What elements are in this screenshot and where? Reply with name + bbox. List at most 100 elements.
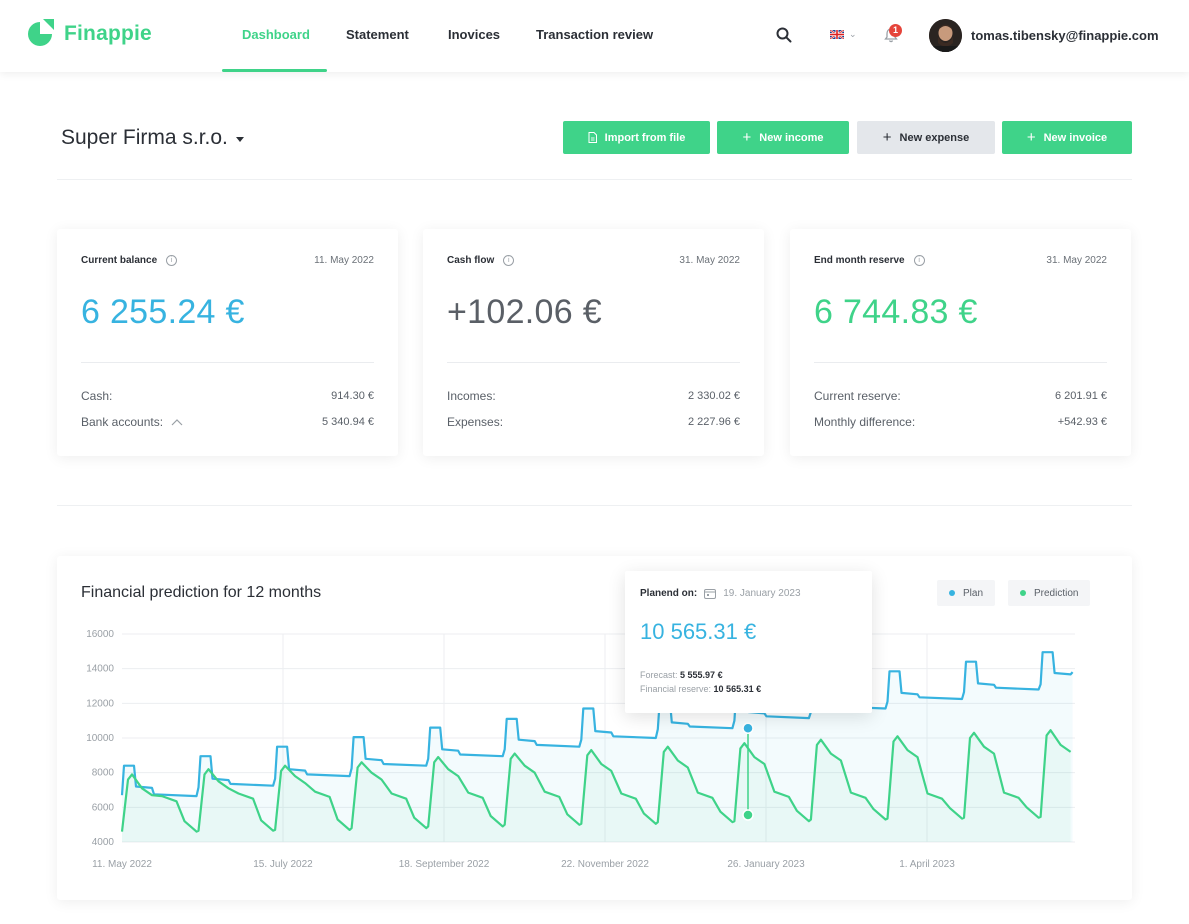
search-icon[interactable] <box>775 26 793 44</box>
x-tick-label: 15. July 2022 <box>253 859 313 870</box>
finappie-logo-icon <box>28 19 54 46</box>
tooltip-reserve-label: Financial reserve: <box>640 684 712 694</box>
tooltip-reserve: Financial reserve: 10 565.31 € <box>640 684 761 694</box>
language-selector[interactable]: ⌄ <box>830 29 857 40</box>
uk-flag-icon <box>830 30 844 39</box>
section-divider <box>57 505 1132 506</box>
expenses-value: 2 227.96 € <box>688 416 740 428</box>
nav-active-indicator <box>222 69 327 72</box>
monthly-difference-label: Monthly difference: <box>814 415 916 429</box>
plan-highlight-point <box>742 722 754 734</box>
notification-badge: 1 <box>889 24 902 37</box>
y-tick-label: 4000 <box>92 837 115 848</box>
plan-dot-icon <box>949 590 955 596</box>
import-label: Import from file <box>604 131 686 144</box>
cash-label: Cash: <box>81 389 113 403</box>
chevron-up-icon <box>171 418 183 425</box>
card-title-text: End month reserve <box>814 255 905 266</box>
cash-value: 914.30 € <box>331 390 374 402</box>
bank-accounts-label: Bank accounts: <box>81 415 164 429</box>
y-tick-label: 12000 <box>86 698 114 709</box>
y-tick-label: 8000 <box>92 768 115 779</box>
tooltip-date: 19. January 2023 <box>723 588 801 599</box>
y-tick-label: 16000 <box>86 629 114 640</box>
card-divider <box>81 362 374 363</box>
top-header: Finappie Dashboard Statement Inovices Tr… <box>0 0 1189 72</box>
card-date: 31. May 2022 <box>679 255 740 266</box>
tooltip-reserve-value: 10 565.31 € <box>713 684 762 694</box>
cash-flow-value: +102.06 € <box>447 293 602 331</box>
company-selector[interactable]: Super Firma s.r.o. <box>61 126 244 150</box>
x-tick-label: 18. September 2022 <box>399 859 490 870</box>
card-divider <box>447 362 740 363</box>
app-name: Finappie <box>64 22 152 45</box>
tooltip-forecast: Forecast: 5 555.97 € <box>640 670 723 680</box>
monthly-difference-value: +542.93 € <box>1057 416 1107 428</box>
prediction-dot-icon <box>1020 590 1026 596</box>
card-date: 11. May 2022 <box>314 255 374 266</box>
new-invoice-button[interactable]: + New invoice <box>1002 121 1132 154</box>
import-from-file-button[interactable]: Import from file <box>563 121 710 154</box>
plus-icon: + <box>1026 129 1036 146</box>
financial-prediction-card: 16000 14000 12000 10000 8000 6000 4000 11. May … <box>57 556 1132 900</box>
info-icon[interactable]: i <box>166 255 178 266</box>
card-title: End month reserve i <box>814 255 925 266</box>
card-title-text: Cash flow <box>447 255 495 266</box>
y-tick-label: 14000 <box>86 664 114 675</box>
calendar-icon <box>704 589 717 599</box>
user-email: tomas.tibensky@finappie.com <box>971 28 1159 43</box>
card-title-text: Current balance <box>81 255 158 266</box>
nav-transaction-review[interactable]: Transaction review <box>536 27 653 42</box>
avatar <box>929 19 962 52</box>
new-income-label: New income <box>759 131 824 144</box>
section-divider <box>57 179 1132 180</box>
incomes-value: 2 330.02 € <box>688 390 740 402</box>
app-logo[interactable]: Finappie <box>24 18 152 50</box>
legend-prediction[interactable]: Prediction <box>1008 580 1091 606</box>
info-icon[interactable]: i <box>503 255 515 266</box>
nav-statement[interactable]: Statement <box>346 27 409 42</box>
current-balance-card: Current balance i 11. May 2022 6 255.24 … <box>57 229 398 456</box>
prediction-highlight-point <box>742 809 754 821</box>
chart-tooltip: Planend on: 19. January 2023 10 565.31 €… <box>625 571 872 713</box>
legend-plan[interactable]: Plan <box>937 580 996 606</box>
tooltip-value: 10 565.31 € <box>640 619 757 644</box>
card-date: 31. May 2022 <box>1046 255 1107 266</box>
tooltip-label: Planend on: <box>640 588 698 599</box>
bank-accounts-value: 5 340.94 € <box>322 416 374 428</box>
plus-icon: + <box>882 129 892 146</box>
prediction-chart[interactable]: 16000 14000 12000 10000 8000 6000 4000 11. May … <box>57 556 1132 900</box>
x-tick-label: 22. November 2022 <box>561 859 649 870</box>
nav-dashboard[interactable]: Dashboard <box>242 27 310 42</box>
plus-icon: + <box>742 129 752 146</box>
bank-accounts-toggle[interactable]: Bank accounts: <box>81 415 183 429</box>
tooltip-forecast-value: 5 555.97 € <box>680 670 723 680</box>
company-name: Super Firma s.r.o. <box>61 126 228 149</box>
current-reserve-label: Current reserve: <box>814 389 901 403</box>
nav-invoices[interactable]: Inovices <box>448 27 500 42</box>
card-title: Cash flow i <box>447 255 515 266</box>
end-month-reserve-value: 6 744.83 € <box>814 293 978 331</box>
current-reserve-value: 6 201.91 € <box>1055 390 1107 402</box>
card-title: Current balance i <box>81 255 178 266</box>
card-divider <box>814 362 1107 363</box>
tooltip-forecast-label: Forecast: <box>640 670 678 680</box>
user-menu[interactable]: tomas.tibensky@finappie.com <box>929 19 1159 52</box>
tooltip-header: Planend on: 19. January 2023 <box>640 588 801 599</box>
new-expense-button[interactable]: + New expense <box>857 121 995 154</box>
caret-down-icon <box>235 137 244 142</box>
new-income-button[interactable]: + New income <box>717 121 849 154</box>
new-expense-label: New expense <box>899 131 970 144</box>
chart-title: Financial prediction for 12 months <box>81 584 322 601</box>
chevron-down-icon: ⌄ <box>849 29 857 39</box>
legend-prediction-label: Prediction <box>1034 587 1079 599</box>
file-icon <box>588 132 597 143</box>
x-tick-label: 11. May 2022 <box>92 859 152 870</box>
info-icon[interactable]: i <box>913 255 925 266</box>
x-tick-label: 1. April 2023 <box>899 859 955 870</box>
x-tick-label: 26. January 2023 <box>727 859 805 870</box>
expenses-label: Expenses: <box>447 415 504 429</box>
end-month-reserve-card: End month reserve i 31. May 2022 6 744.8… <box>790 229 1131 456</box>
legend-plan-label: Plan <box>963 587 984 599</box>
cash-flow-card: Cash flow i 31. May 2022 +102.06 € Incom… <box>423 229 764 456</box>
